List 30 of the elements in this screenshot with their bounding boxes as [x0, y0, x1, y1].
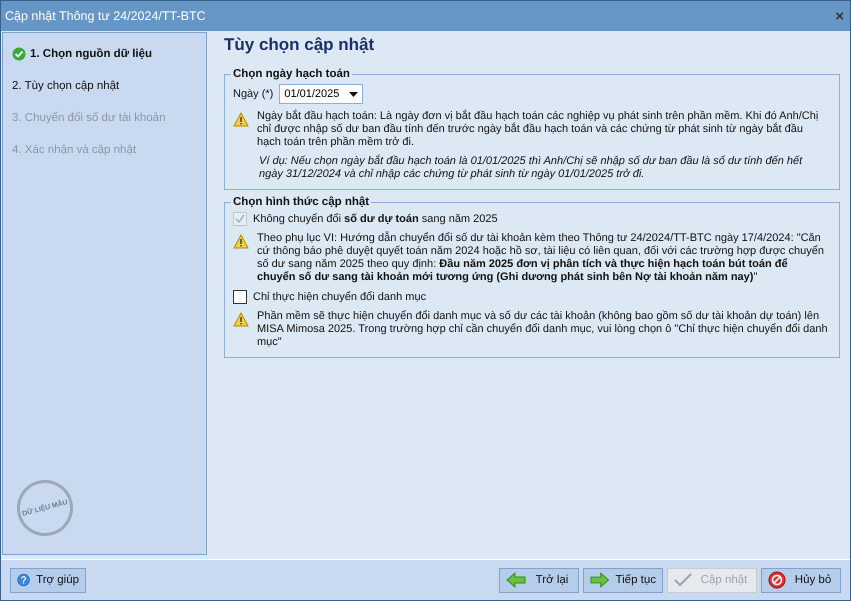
check-icon: [674, 573, 692, 587]
checkbox[interactable]: [233, 290, 247, 304]
group-legend: Chọn ngày hạch toán: [231, 68, 352, 80]
note-text: Theo phụ lục VI: Hướng dẫn chuyển đổi số dư tài khoản kèm theo Thông tư 24/2024/TT-BTC ngày 17/4/2024: "Căn cứ thông báo phê duyệt quyết toán năm 2024 hoặc hồ sơ, tài liệu có liên quan, đối với các trường hợp được chuyển số dư sang năm 2025 theo quy định: Đầu năm 2025 đơn vị phân tích và thực hiện hạch toán bút toán để chuyển số dư sang tài khoản mới tương ứng (Ghi dương phát sinh bên Nợ tài khoản năm nay)": [257, 232, 825, 284]
dropdown-caret-icon: [349, 92, 358, 96]
warning-icon: [233, 234, 249, 249]
warning-icon: [233, 312, 249, 327]
left-arrow-icon: [506, 572, 526, 588]
warning-icon: [233, 112, 249, 127]
date-dropdown[interactable]: 01/01/2025: [279, 84, 364, 104]
wizard-step[interactable]: 1. Chọn nguồn dữ liệu: [3, 38, 206, 70]
help-button[interactable]: Trợ giúp: [10, 568, 86, 592]
close-button[interactable]: ×: [835, 8, 844, 24]
note-text: Ngày bắt đầu hạch toán: Là ngày đơn vị bắt đầu hạch toán các nghiệp vụ phát sinh trên phần mềm. Khi đó Anh/Chị chỉ được nhập số dư ban đầu tính đến trước ngày bắt đầu hạch toán và các chứng từ phát sinh từ ngày bắt đầu hạch toán trên phần mềm trở đi.: [257, 110, 820, 149]
example-text: Ví dụ: Nếu chọn ngày bắt đầu hạch toán là 01/01/2025 thì Anh/Chị sẽ nhập số dư ban đầu là số dư tính đến hết ngày 31/12/2024 và chỉ nhập các chứng từ phát sinh từ ngày 01/01/2025 trở đi.: [259, 155, 804, 181]
checkbox-label: Chỉ thực hiện chuyển đổi danh mục: [253, 291, 426, 303]
date-label: Ngày (*): [233, 88, 274, 100]
group-legend: Chọn hình thức cập nhật: [231, 196, 372, 208]
wizard-button[interactable]: Trở lại: [499, 568, 579, 592]
checkbox-label: Không chuyển đổi số dư dự toán sang năm 2025: [253, 213, 498, 225]
window-title: Cập nhật Thông tư 24/2024/TT-BTC: [5, 9, 206, 23]
note-text: Phần mềm sẽ thực hiện chuyển đổi danh mục và số dư các tài khoản (không bao gồm số dư tài khoản dự toán) lên MISA Mimosa 2025. Trong trường hợp chỉ cần chuyển đổi danh mục, vui lòng chọn ô "Chỉ thực hiện chuyển đổi danh mục": [257, 310, 829, 349]
wizard-button[interactable]: Hủy bỏ: [761, 568, 841, 592]
wizard-step[interactable]: 2. Tùy chọn cập nhật: [3, 70, 206, 102]
check-circle-icon: [12, 47, 26, 61]
cancel-icon: [768, 571, 786, 589]
wizard-button[interactable]: Tiếp tục: [583, 568, 663, 592]
page-title: Tùy chọn cập nhật: [224, 35, 376, 55]
help-icon: [17, 571, 30, 589]
right-arrow-icon: [590, 572, 610, 588]
